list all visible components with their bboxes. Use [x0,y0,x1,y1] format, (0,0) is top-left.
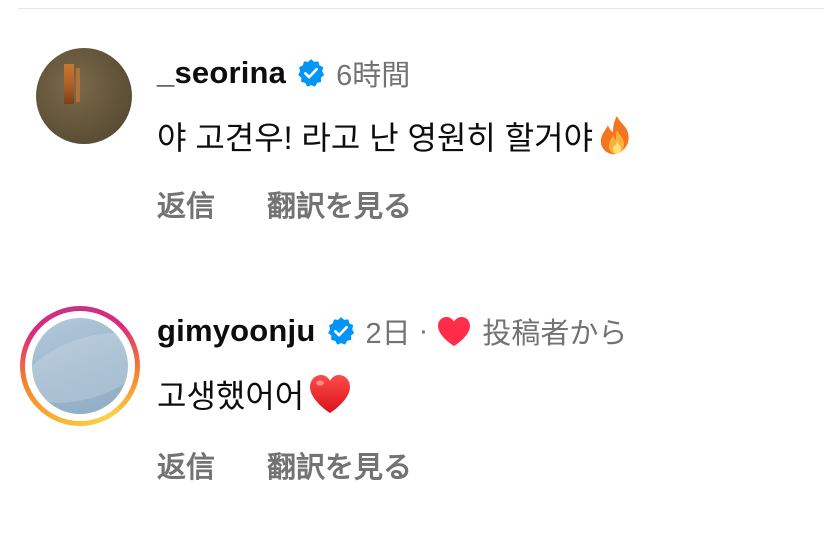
reply-button[interactable]: 返信 [157,183,215,225]
comment-timestamp: 2日 [365,318,411,350]
comment-body: 야 고견우! 라고 난 영원히 할거야 [157,113,637,159]
red-heart-emoji-icon [310,375,351,413]
verified-badge-icon [298,59,325,87]
comment-text: 야 고견우! 라고 난 영원히 할거야 [157,120,594,156]
heart-icon [438,317,471,346]
story-ring[interactable] [20,306,140,426]
username-link[interactable]: gimyoonju [157,313,316,349]
see-translation-button[interactable]: 翻訳を見る [267,183,412,225]
avatar[interactable] [32,318,128,414]
comment-actions: 返信 翻訳を見る [157,444,412,486]
avatar-photo-detail [32,319,128,414]
comment-header: gimyoonju 2日 · 投稿者から [157,310,627,352]
username-link[interactable]: _seorina [157,55,286,91]
reply-button[interactable]: 返信 [157,444,215,486]
avatar-photo-detail [76,68,80,102]
avatar[interactable] [36,48,132,144]
comment-timestamp: 6時間 [336,60,411,92]
comment-body: 고생했어어 [157,371,352,417]
comment-header: _seorina 6時間 [157,52,410,94]
top-divider [18,8,824,9]
verified-badge-icon [327,317,354,345]
avatar-photo-detail [64,64,74,104]
comment-text: 고생했어어 [157,378,305,414]
see-translation-button[interactable]: 翻訳を見る [267,444,412,486]
liked-by-author-label: 投稿者から [482,318,628,350]
fire-emoji-icon [600,116,629,155]
meta-separator: · [418,314,429,347]
comment-actions: 返信 翻訳を見る [157,183,412,225]
